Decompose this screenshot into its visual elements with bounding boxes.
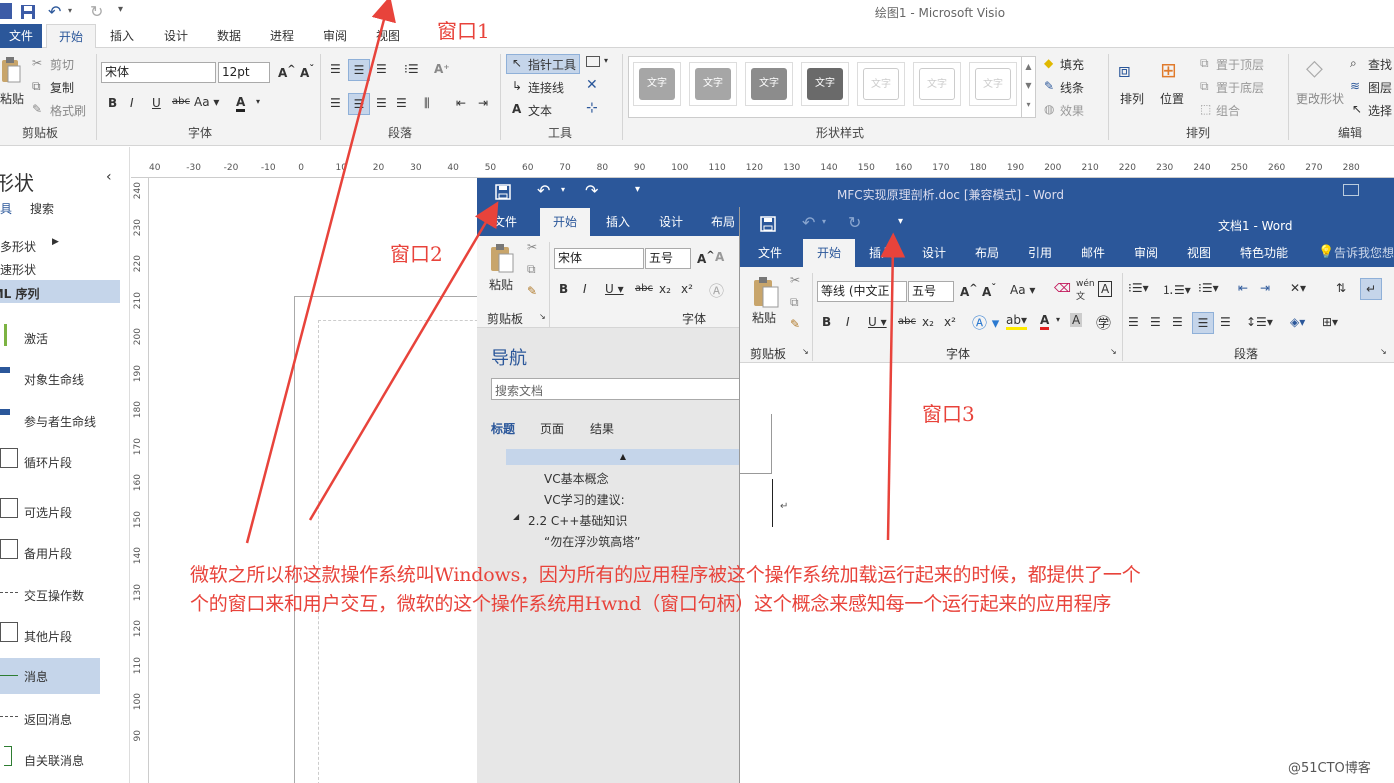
annotation-arrows [245, 0, 906, 544]
watermark: @51CTO博客 [1288, 761, 1371, 776]
annotation-line-2: 个的窗口来和用户交互，微软的这个操作系统用Hwnd（窗口句柄）这个概念来感知每一… [190, 593, 1112, 615]
annotation-line-1: 微软之所以称这款操作系统叫Windows，因为所有的应用程序被这个操作系统加载运… [190, 564, 1141, 586]
label-window1: 窗口1 [437, 19, 490, 43]
label-window3: 窗口3 [922, 402, 975, 426]
arrow-to-window3 [880, 232, 906, 541]
label-window2: 窗口2 [390, 242, 443, 266]
arrow-to-window1 [245, 0, 396, 544]
